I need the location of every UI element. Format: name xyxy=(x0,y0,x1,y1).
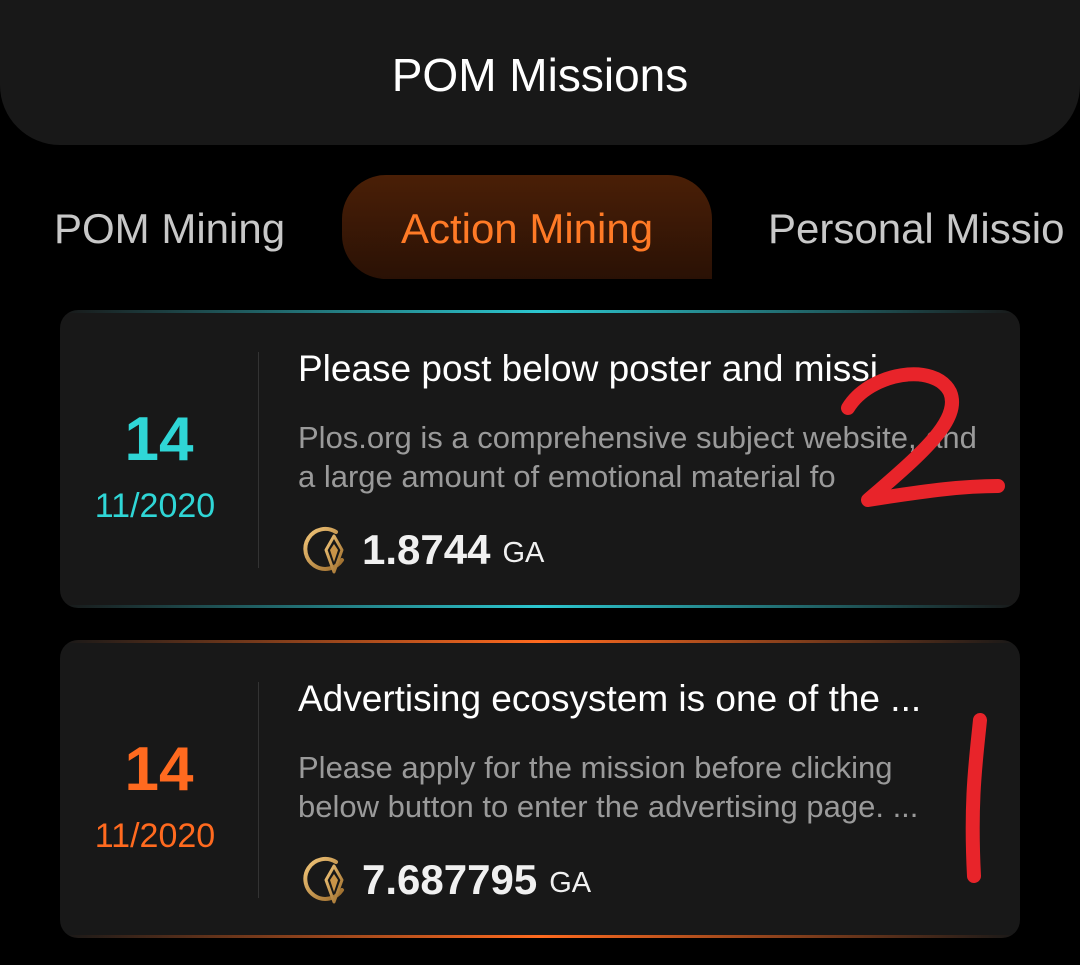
mission-title: Please post below poster and missi xyxy=(298,348,878,389)
tab-pom-mining[interactable]: POM Mining xyxy=(54,175,285,279)
card-bottom-edge xyxy=(60,605,1020,608)
header-bar: POM Missions xyxy=(0,0,1080,145)
reward-amount: 1.8744 xyxy=(362,526,491,573)
mission-day: 14 xyxy=(124,735,194,804)
mission-title: Advertising ecosystem is one of the ... xyxy=(298,678,922,719)
mission-card[interactable]: 14 11/2020 Advertising ecosystem is one … xyxy=(60,640,1020,938)
ga-coin-icon xyxy=(303,856,344,904)
mission-description: Plos.org is a comprehensive subject webs… xyxy=(298,420,977,494)
tab-bar: POM Mining Action Mining Personal Missio xyxy=(0,175,1080,279)
card-divider xyxy=(258,682,259,898)
app-screen: POM Missions POM Mining Action Mining Pe… xyxy=(0,0,1080,965)
reward-unit: GA xyxy=(549,867,592,899)
mission-description: Please apply for the mission before clic… xyxy=(298,750,919,824)
reward-amount: 7.687795 xyxy=(362,856,538,903)
card-divider xyxy=(258,352,259,568)
mission-day: 14 xyxy=(124,405,194,474)
card-top-edge xyxy=(60,310,1020,313)
ga-coin-icon xyxy=(303,526,344,574)
mission-month: 11/2020 xyxy=(94,487,216,525)
mission-card[interactable]: 14 11/2020 Please post below poster and … xyxy=(60,310,1020,608)
card-top-edge xyxy=(60,640,1020,643)
reward-unit: GA xyxy=(502,537,545,569)
tab-personal-missions[interactable]: Personal Missio xyxy=(768,175,1064,279)
mission-reward: 7.687795 GA xyxy=(298,852,591,908)
page-title: POM Missions xyxy=(391,49,689,101)
tab-action-mining[interactable]: Action Mining xyxy=(342,175,712,279)
card-bottom-edge xyxy=(60,935,1020,938)
mission-month: 11/2020 xyxy=(94,817,216,855)
mission-reward: 1.8744 GA xyxy=(298,522,544,578)
